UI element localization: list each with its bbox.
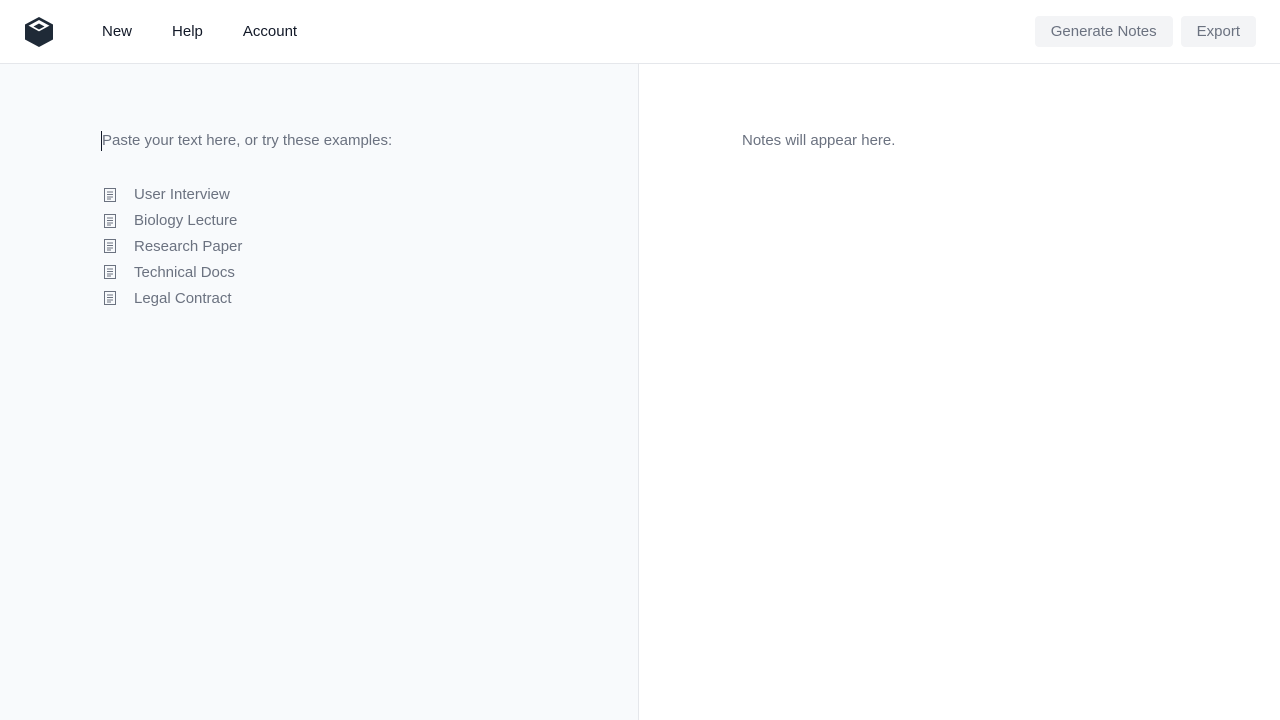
- document-icon: [102, 213, 118, 229]
- example-research-paper[interactable]: Research Paper: [102, 234, 242, 260]
- header-actions: Generate Notes Export: [1034, 16, 1256, 47]
- example-list: User Interview Biology Lecture Research …: [102, 182, 242, 311]
- nav-account[interactable]: Account: [243, 0, 297, 64]
- input-placeholder[interactable]: Paste your text here, or try these examp…: [102, 131, 392, 151]
- example-technical-docs[interactable]: Technical Docs: [102, 259, 242, 285]
- export-button[interactable]: Export: [1180, 16, 1256, 47]
- nav-help[interactable]: Help: [172, 0, 203, 64]
- notes-pane: Notes will appear here.: [640, 64, 1280, 720]
- main-nav: New Help Account: [102, 0, 337, 64]
- input-pane[interactable]: Paste your text here, or try these examp…: [0, 64, 639, 720]
- example-label: Legal Contract: [134, 289, 232, 307]
- example-label: Research Paper: [134, 237, 243, 255]
- top-bar: New Help Account Generate Notes Export: [0, 0, 1280, 64]
- example-label: User Interview: [134, 186, 230, 204]
- example-label: Biology Lecture: [134, 212, 238, 230]
- document-icon: [102, 187, 118, 203]
- example-label: Technical Docs: [134, 263, 235, 281]
- generate-notes-button[interactable]: Generate Notes: [1034, 16, 1173, 47]
- cube-logo-icon[interactable]: [24, 16, 54, 48]
- document-icon: [102, 238, 118, 254]
- document-icon: [102, 290, 118, 306]
- example-user-interview[interactable]: User Interview: [102, 182, 242, 208]
- notes-placeholder: Notes will appear here.: [742, 132, 896, 149]
- example-legal-contract[interactable]: Legal Contract: [102, 285, 242, 311]
- document-icon: [102, 264, 118, 280]
- example-biology-lecture[interactable]: Biology Lecture: [102, 208, 242, 234]
- nav-new[interactable]: New: [102, 0, 132, 64]
